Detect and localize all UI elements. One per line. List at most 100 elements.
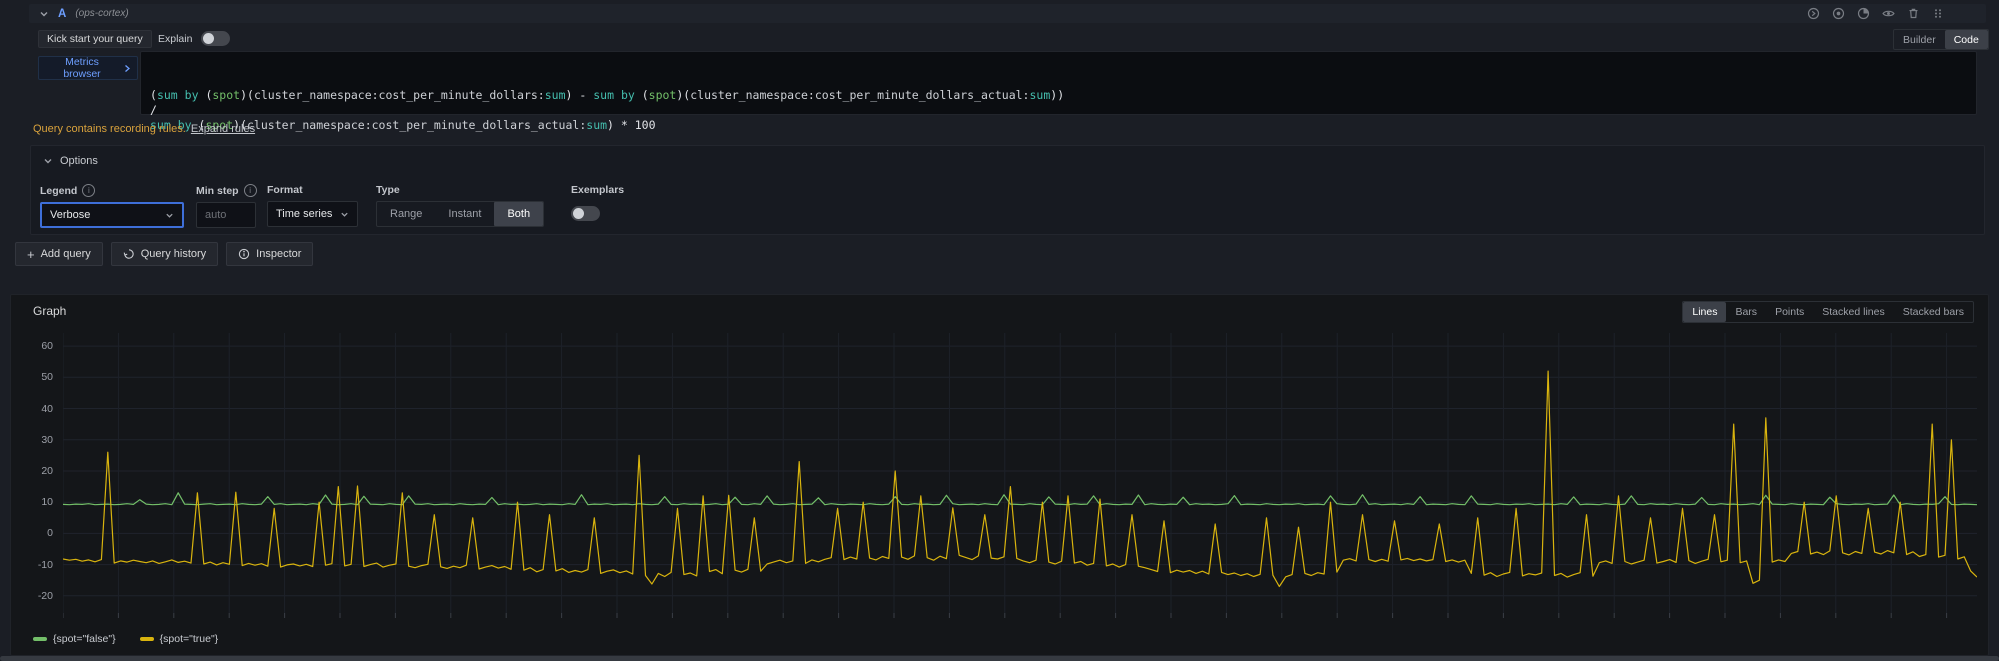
legend-item-spot-true[interactable]: {spot="true"} — [140, 633, 219, 645]
time-series-chart[interactable] — [63, 333, 1977, 619]
type-field-label: Type — [376, 184, 544, 196]
query-ref-id[interactable]: A — [58, 8, 66, 20]
min-step-input[interactable] — [196, 202, 256, 228]
expand-rules-link[interactable]: Expand rules — [191, 123, 255, 135]
exemplars-toggle[interactable] — [571, 206, 600, 221]
exemplars-label-text: Exemplars — [571, 184, 624, 196]
format-select-value: Time series — [276, 208, 332, 220]
style-option-lines[interactable]: Lines — [1683, 302, 1726, 322]
query-history-label: Query history — [141, 248, 206, 260]
format-field-label: Format — [267, 184, 358, 196]
editor-mode-switch: Builder Code — [1893, 29, 1989, 50]
chevron-right-icon — [124, 64, 131, 73]
legend-field: Legend i Verbose — [40, 184, 184, 228]
promql-query-text: (sum by (spot)(cluster_namespace:cost_pe… — [150, 88, 1967, 133]
chevron-down-icon — [43, 156, 53, 166]
options-header-label: Options — [60, 155, 98, 167]
explain-label: Explain — [158, 33, 192, 45]
record-circle-icon[interactable] — [1832, 7, 1845, 20]
chart-legend: {spot="false"} {spot="true"} — [33, 633, 218, 645]
style-option-bars[interactable]: Bars — [1726, 302, 1766, 322]
query-row-header: A (ops-cortex) — [29, 4, 1986, 23]
code-mode-option[interactable]: Code — [1945, 30, 1988, 49]
metrics-browser-button[interactable]: Metrics browser — [38, 56, 138, 80]
y-axis-tick-label: 60 — [17, 340, 53, 352]
add-query-button[interactable]: + Add query — [15, 242, 103, 266]
horizontal-scrollbar[interactable] — [0, 656, 1999, 661]
plus-icon: + — [27, 248, 35, 261]
y-axis-tick-label: 50 — [17, 371, 53, 383]
query-row-actions — [1807, 7, 1944, 20]
type-option-instant[interactable]: Instant — [435, 202, 494, 226]
chevron-down-icon — [165, 211, 174, 220]
legend-item-spot-false[interactable]: {spot="false"} — [33, 633, 116, 645]
datasource-name: (ops-cortex) — [75, 8, 128, 19]
promql-line: / — [150, 103, 1967, 118]
y-axis-tick-label: -10 — [17, 559, 53, 571]
toggle-knob — [573, 208, 584, 219]
kick-start-query-button[interactable]: Kick start your query — [38, 30, 152, 48]
format-select[interactable]: Time series — [267, 201, 358, 227]
time-series-svg — [63, 333, 1977, 619]
style-option-points[interactable]: Points — [1766, 302, 1813, 322]
warning-message: Query contains recording rules. — [33, 123, 186, 135]
min-step-field-label: Min step i — [196, 184, 257, 197]
legend-field-label: Legend i — [40, 184, 184, 197]
info-circle-icon — [238, 248, 250, 260]
series-color-swatch — [33, 637, 47, 641]
chevron-down-icon — [340, 210, 349, 219]
info-icon: i — [82, 184, 95, 197]
circle-arrow-icon[interactable] — [1807, 7, 1820, 20]
builder-mode-option[interactable]: Builder — [1894, 30, 1945, 49]
y-axis-tick-label: 10 — [17, 496, 53, 508]
legend-select[interactable]: Verbose — [40, 202, 184, 228]
promql-line: (sum by (spot)(cluster_namespace:cost_pe… — [150, 88, 1967, 103]
explain-toggle[interactable] — [201, 31, 230, 46]
y-axis-tick-label: 40 — [17, 403, 53, 415]
info-icon: i — [244, 184, 257, 197]
format-field: Format Time series — [267, 184, 358, 227]
type-option-range[interactable]: Range — [377, 202, 435, 226]
series-color-swatch — [140, 637, 154, 641]
query-type-group: Range Instant Both — [376, 201, 544, 227]
exemplars-field: Exemplars — [571, 184, 624, 224]
y-axis-tick-label: 0 — [17, 527, 53, 539]
graph-style-switch: Lines Bars Points Stacked lines Stacked … — [1682, 301, 1974, 323]
legend-item-label: {spot="false"} — [53, 633, 116, 645]
type-label-text: Type — [376, 184, 400, 196]
trash-icon[interactable] — [1907, 7, 1920, 20]
grafana-explore-page: A (ops-cortex) Kick start your query — [0, 0, 1999, 661]
query-actions-row: + Add query Query history Inspector — [15, 242, 313, 266]
y-axis-tick-label: -20 — [17, 590, 53, 602]
options-header[interactable]: Options — [31, 146, 1984, 167]
style-option-stacked-bars[interactable]: Stacked bars — [1894, 302, 1973, 322]
legend-label-text: Legend — [40, 185, 77, 197]
min-step-label-text: Min step — [196, 185, 239, 197]
metrics-browser-label: Metrics browser — [45, 56, 119, 80]
pie-chart-icon[interactable] — [1857, 7, 1870, 20]
format-label-text: Format — [267, 184, 303, 196]
eye-icon[interactable] — [1882, 7, 1895, 20]
history-icon — [123, 248, 135, 260]
drag-handle-icon[interactable] — [1932, 7, 1944, 20]
inspector-label: Inspector — [256, 248, 301, 260]
graph-panel-title: Graph — [33, 304, 66, 318]
min-step-field: Min step i — [196, 184, 257, 228]
inspector-button[interactable]: Inspector — [226, 242, 313, 266]
add-query-label: Add query — [41, 248, 91, 260]
collapse-chevron-icon[interactable] — [39, 9, 49, 19]
explain-control: Explain — [158, 31, 230, 46]
toggle-knob — [203, 33, 214, 44]
legend-item-label: {spot="true"} — [160, 633, 219, 645]
recording-rules-warning: Query contains recording rules. Expand ru… — [33, 123, 255, 135]
y-axis-tick-label: 20 — [17, 465, 53, 477]
query-history-button[interactable]: Query history — [111, 242, 218, 266]
y-axis-tick-label: 30 — [17, 434, 53, 446]
exemplars-field-label: Exemplars — [571, 184, 624, 196]
type-option-both[interactable]: Both — [494, 202, 543, 226]
type-field: Type Range Instant Both — [376, 184, 544, 227]
style-option-stacked-lines[interactable]: Stacked lines — [1813, 302, 1893, 322]
promql-code-editor[interactable]: (sum by (spot)(cluster_namespace:cost_pe… — [140, 51, 1977, 115]
graph-panel: Graph Lines Bars Points Stacked lines St… — [10, 294, 1989, 656]
options-section: Options Legend i Verbose Min step i Form… — [30, 145, 1985, 235]
